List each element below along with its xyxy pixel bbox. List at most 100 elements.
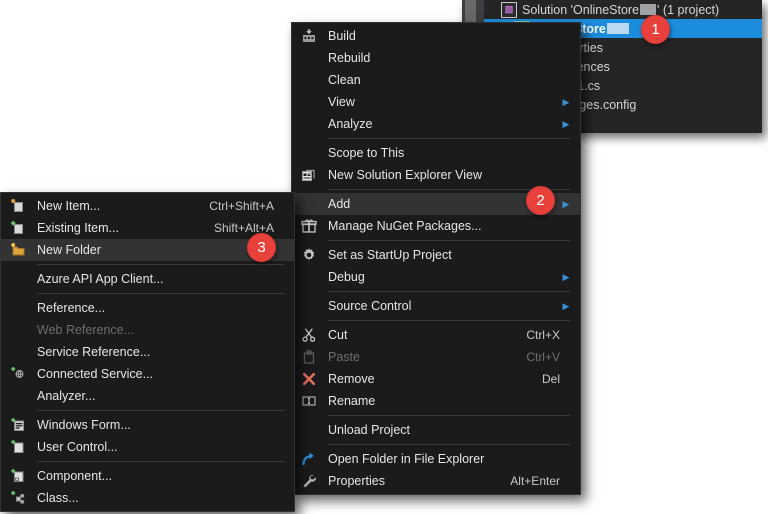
menu-item-reference[interactable]: Reference... [1, 297, 294, 319]
menu-item-class[interactable]: Class... [1, 487, 294, 509]
open-folder-arrow-icon [301, 451, 317, 467]
menu-item-icon-slot [292, 244, 326, 266]
menu-item-icon-slot [292, 164, 326, 186]
windows-form-icon [10, 417, 26, 433]
menu-item-icon-slot [292, 368, 326, 390]
nuget-icon [301, 218, 317, 234]
menu-item-scope-to-this[interactable]: Scope to This [292, 142, 580, 164]
clipboard-icon [301, 349, 317, 365]
new-window-icon [301, 167, 317, 183]
menu-item-icon-slot [292, 91, 326, 113]
menu-item-rename[interactable]: Rename [292, 390, 580, 412]
menu-item-icon-slot [1, 341, 35, 363]
menu-item-icon-slot [292, 295, 326, 317]
gear-icon [301, 247, 317, 263]
solution-icon: ▧ [501, 1, 517, 18]
menu-item-connected-service[interactable]: Connected Service... [1, 363, 294, 385]
menu-item-label: Set as StartUp Project [328, 248, 452, 262]
menu-item-icon-slot [1, 385, 35, 407]
remove-x-icon [301, 371, 317, 387]
menu-item-label: Service Reference... [37, 345, 151, 359]
menu-item-clean[interactable]: Clean [292, 69, 580, 91]
menu-item-unload-project[interactable]: Unload Project [292, 419, 580, 441]
menu-item-icon-slot [1, 487, 35, 509]
menu-item-label: Debug [328, 270, 365, 284]
menu-item-open-folder-in-file-explorer[interactable]: Open Folder in File Explorer [292, 448, 580, 470]
menu-item-manage-nuget-packages[interactable]: Manage NuGet Packages... [292, 215, 580, 237]
menu-item-paste: Paste Ctrl+V [292, 346, 580, 368]
chevron-right-icon: ▶ [562, 118, 570, 129]
menu-item-set-as-startup-project[interactable]: Set as StartUp Project [292, 244, 580, 266]
menu-item-user-control[interactable]: User Control... [1, 436, 294, 458]
menu-item-label: Unload Project [328, 423, 410, 437]
menu-item-label: Web Reference... [37, 323, 135, 337]
menu-item-icon-slot [292, 113, 326, 135]
menu-item-existing-item[interactable]: Existing Item... Shift+Alt+A [1, 217, 294, 239]
menu-item-build[interactable]: Build [292, 25, 580, 47]
menu-item-cut[interactable]: Cut Ctrl+X [292, 324, 580, 346]
menu-item-label: Connected Service... [37, 367, 154, 381]
menu-item-service-reference[interactable]: Service Reference... [1, 341, 294, 363]
menu-item-remove[interactable]: Remove Del [292, 368, 580, 390]
menu-item-icon-slot [292, 215, 326, 237]
menu-item-label: Scope to This [328, 146, 405, 160]
menu-item-icon-slot [292, 47, 326, 69]
menu-item-icon-slot [292, 390, 326, 412]
menu-item-view[interactable]: View ▶ [292, 91, 580, 113]
menu-separator [328, 138, 570, 139]
menu-item-label: Open Folder in File Explorer [328, 452, 485, 466]
new-folder-icon [10, 242, 26, 258]
menu-item-label: New Solution Explorer View [328, 168, 483, 182]
menu-item-icon-slot [292, 324, 326, 346]
menu-item-label: Component... [37, 469, 113, 483]
menu-item-icon-slot [1, 268, 35, 290]
menu-item-analyze[interactable]: Analyze ▶ [292, 113, 580, 135]
menu-item-properties[interactable]: Properties Alt+Enter [292, 470, 580, 492]
menu-item-azure-api-app-client[interactable]: Azure API App Client... [1, 268, 294, 290]
menu-separator [328, 291, 570, 292]
menu-separator [37, 293, 284, 294]
menu-item-icon-slot [292, 419, 326, 441]
menu-item-icon-slot [292, 142, 326, 164]
menu-item-icon-slot [1, 363, 35, 385]
menu-item-icon-slot [292, 448, 326, 470]
menu-item-source-control[interactable]: Source Control ▶ [292, 295, 580, 317]
menu-separator [37, 264, 284, 265]
redacted-block [606, 23, 629, 34]
rename-icon [301, 393, 317, 409]
menu-item-label: Reference... [37, 301, 106, 315]
menu-item-analyzer[interactable]: Analyzer... [1, 385, 294, 407]
menu-item-component[interactable]: Component... [1, 465, 294, 487]
menu-item-icon-slot [1, 217, 35, 239]
connected-service-icon [10, 366, 26, 382]
menu-item-label: View [328, 95, 355, 109]
menu-item-new-item[interactable]: New Item... Ctrl+Shift+A [1, 195, 294, 217]
menu-item-label: Analyze [328, 117, 373, 131]
chevron-right-icon: ▶ [562, 96, 570, 107]
menu-item-shortcut: Ctrl+Shift+A [209, 199, 274, 213]
menu-separator [37, 461, 284, 462]
menu-item-shortcut: Ctrl+X [526, 328, 560, 342]
step-badge-3: 3 [247, 233, 276, 262]
menu-item-label: Paste [328, 350, 360, 364]
menu-item-label: Clean [328, 73, 361, 87]
menu-item-rebuild[interactable]: Rebuild [292, 47, 580, 69]
menu-item-label: Rebuild [328, 51, 371, 65]
step-badge-1: 1 [641, 15, 670, 44]
wrench-icon [301, 473, 317, 489]
menu-item-label: Properties [328, 474, 385, 488]
solution-tree-row[interactable]: ▧ Solution 'OnlineStore ' (1 project) [484, 0, 762, 19]
menu-item-label: Add [328, 197, 351, 211]
chevron-right-icon: ▶ [562, 271, 570, 282]
menu-item-debug[interactable]: Debug ▶ [292, 266, 580, 288]
project-context-menu[interactable]: Build Rebuild Clean View ▶ Analyze ▶ Scope to T… [291, 22, 581, 495]
menu-item-icon-slot [292, 69, 326, 91]
menu-item-icon-slot [1, 195, 35, 217]
menu-item-label: Rename [328, 394, 376, 408]
menu-item-new-solution-explorer-view[interactable]: New Solution Explorer View [292, 164, 580, 186]
chevron-right-icon: ▶ [562, 300, 570, 311]
menu-item-shortcut: Ctrl+V [526, 350, 560, 364]
menu-item-label: New Item... [37, 199, 101, 213]
menu-item-windows-form[interactable]: Windows Form... [1, 414, 294, 436]
menu-item-label: Analyzer... [37, 389, 96, 403]
